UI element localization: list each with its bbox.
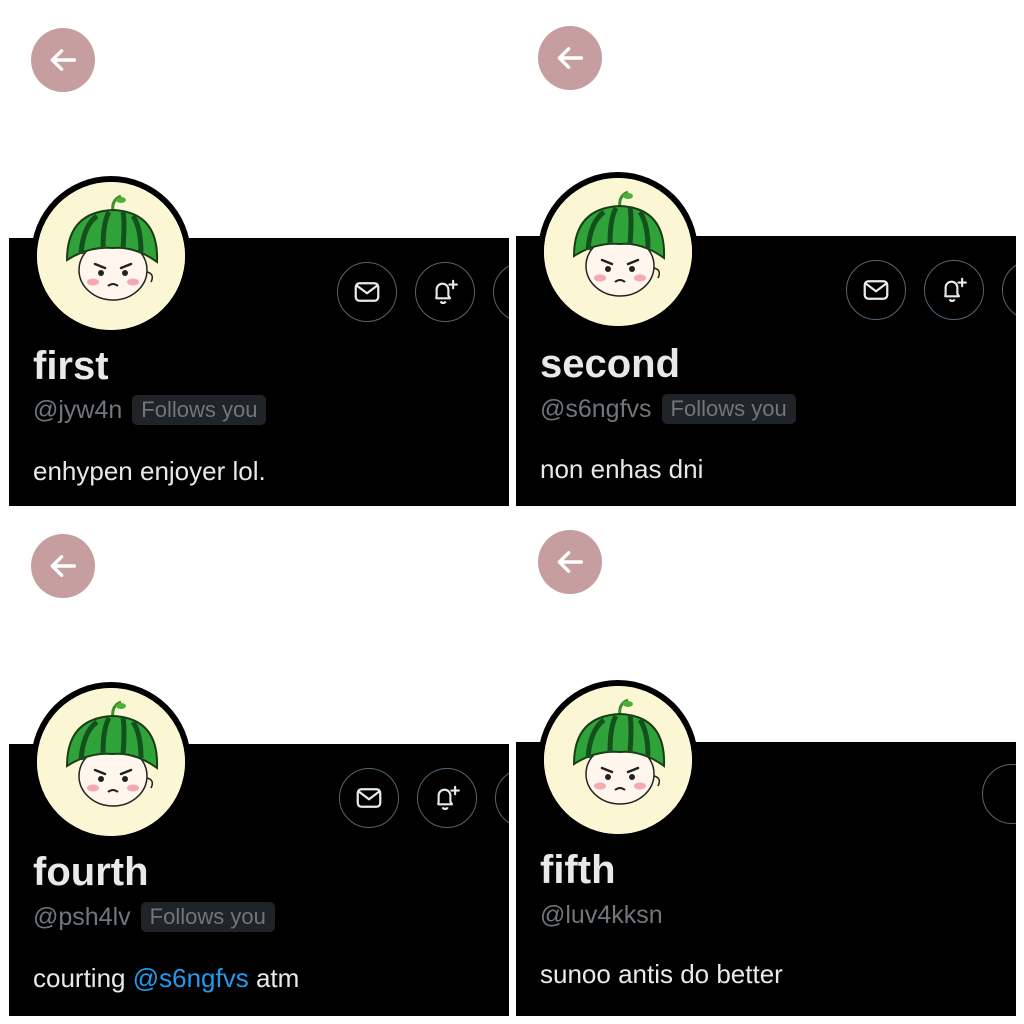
avatar[interactable] (538, 680, 698, 840)
avatar[interactable] (538, 172, 698, 332)
follows-you-badge: Follows you (661, 394, 796, 424)
bio: sunoo antis do better (540, 958, 783, 990)
back-button[interactable] (538, 530, 602, 594)
handle-row: @jyw4n Follows you (33, 395, 267, 425)
message-button[interactable] (846, 260, 906, 320)
bell-plus-icon (939, 275, 969, 305)
avatar[interactable] (31, 176, 191, 336)
back-button[interactable] (31, 28, 95, 92)
back-arrow-icon (553, 41, 587, 75)
handle-row: @s6ngfvs Follows you (540, 394, 796, 424)
handle: @luv4kksn (540, 901, 663, 929)
bio-mention-link[interactable]: @s6ngfvs (133, 963, 249, 993)
back-arrow-icon (553, 545, 587, 579)
back-arrow-icon (46, 43, 80, 77)
bio: courting @s6ngfvs atm (33, 962, 299, 994)
profile-panel-first: first @jyw4n Follows you enhypen enjoyer… (9, 0, 509, 506)
notify-button[interactable] (924, 260, 984, 320)
bell-plus-icon (430, 277, 460, 307)
handle: @psh4lv (33, 903, 131, 931)
bio: enhypen enjoyer lol. (33, 455, 266, 487)
message-button[interactable] (339, 768, 399, 828)
back-arrow-icon (46, 549, 80, 583)
bio-text: sunoo antis do better (540, 959, 783, 989)
handle-row: @psh4lv Follows you (33, 902, 275, 932)
back-button[interactable] (538, 26, 602, 90)
display-name: second (540, 342, 681, 386)
avatar[interactable] (31, 682, 191, 842)
handle: @jyw4n (33, 396, 123, 424)
handle: @s6ngfvs (540, 395, 652, 423)
display-name: fourth (33, 850, 149, 894)
back-button[interactable] (31, 534, 95, 598)
notify-button[interactable] (417, 768, 477, 828)
bio-text: enhypen enjoyer lol. (33, 456, 266, 486)
mail-icon (861, 275, 891, 305)
watermelon-avatar-icon (544, 686, 692, 834)
mail-icon (352, 277, 382, 307)
display-name: first (33, 344, 109, 388)
profile-panel-fourth: fourth @psh4lv Follows you courting @s6n… (9, 510, 509, 1016)
handle-row: @luv4kksn (540, 900, 663, 930)
notify-button[interactable] (415, 262, 475, 322)
bio-text: courting (33, 963, 133, 993)
bio: non enhas dni (540, 453, 703, 485)
watermelon-avatar-icon (37, 688, 185, 836)
message-button[interactable] (337, 262, 397, 322)
watermelon-avatar-icon (37, 182, 185, 330)
mail-icon (354, 783, 384, 813)
display-name: fifth (540, 848, 616, 892)
profile-panel-second: second @s6ngfvs Follows you non enhas dn… (516, 0, 1016, 506)
bio-text-tail: atm (248, 963, 300, 993)
bell-plus-icon (432, 783, 462, 813)
follows-you-badge: Follows you (132, 395, 267, 425)
profile-panel-fifth: fifth @luv4kksn sunoo antis do better (516, 510, 1016, 1016)
follows-you-badge: Follows you (140, 902, 275, 932)
bio-text: non enhas dni (540, 454, 704, 484)
watermelon-avatar-icon (544, 178, 692, 326)
